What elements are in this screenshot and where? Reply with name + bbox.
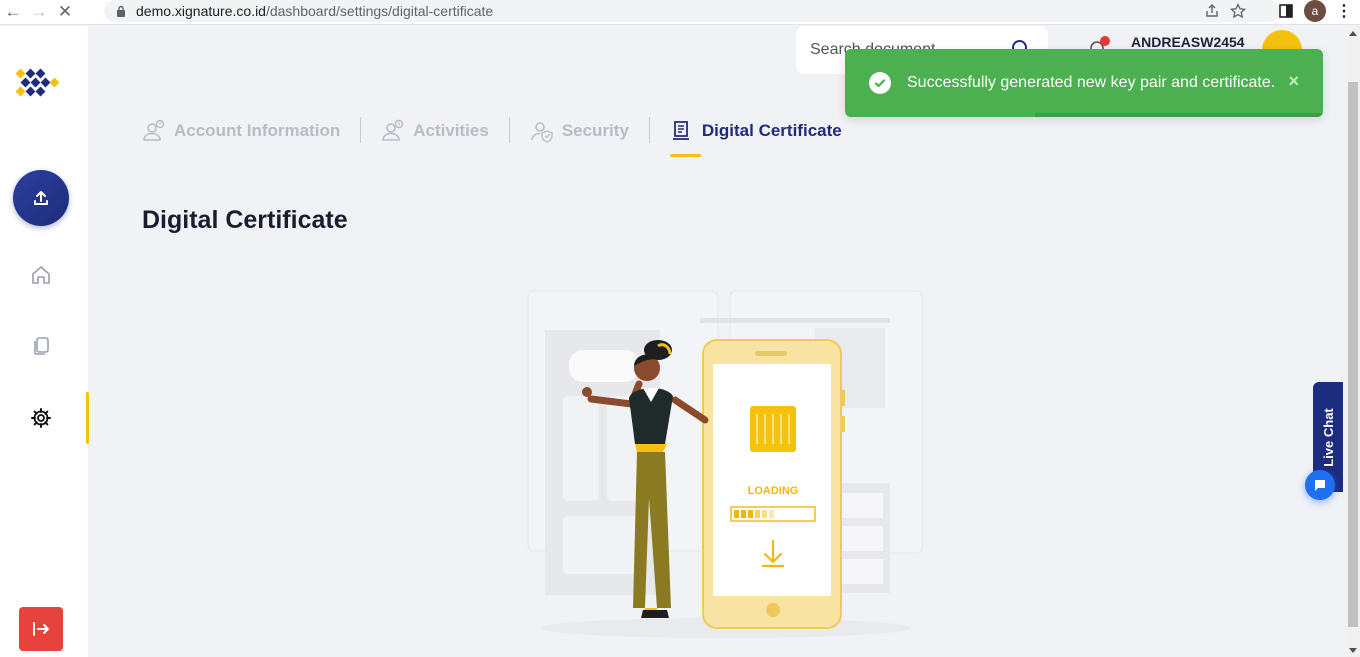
tab-digital-certificate[interactable]: Digital Certificate: [669, 117, 842, 157]
browser-menu-icon[interactable]: ⋮: [1336, 1, 1352, 21]
xignature-logo: [15, 68, 60, 97]
browser-toolbar: ← → ✕ demo.xignature.co.id/dashboard/set…: [0, 0, 1360, 25]
activities-icon: [382, 119, 404, 141]
documents-icon: [34, 337, 49, 355]
toast-progress-bar: [1035, 113, 1323, 117]
scrollbar-thumb[interactable]: [1348, 82, 1358, 627]
url-text: demo.xignature.co.id/dashboard/settings/…: [136, 3, 494, 19]
browser-profile-avatar[interactable]: a: [1304, 0, 1326, 22]
page-title: Digital Certificate: [142, 206, 348, 234]
tab-security[interactable]: Security: [530, 117, 629, 145]
toast-message: Successfully generated new key pair and …: [907, 74, 1276, 91]
notification-dot: [1100, 36, 1110, 46]
bookmark-star-icon[interactable]: [1230, 3, 1246, 19]
tab-label: Account Information: [174, 121, 341, 140]
tab-label: Activities: [413, 121, 489, 140]
upload-icon: [34, 191, 48, 205]
tab-divider: [508, 117, 510, 143]
tab-label: Security: [561, 121, 629, 140]
documents-nav[interactable]: [28, 333, 54, 359]
scroll-down-icon[interactable]: [1349, 648, 1357, 653]
side-panel-icon[interactable]: [1278, 3, 1294, 19]
scroll-up-icon[interactable]: [1349, 31, 1357, 36]
active-nav-indicator: [86, 392, 89, 444]
gear-icon: [31, 408, 51, 428]
account-info-icon: [143, 119, 165, 141]
home-nav[interactable]: [28, 262, 54, 288]
username[interactable]: ANDREASW2454: [1131, 34, 1245, 50]
lock-icon: [117, 5, 125, 17]
settings-nav[interactable]: [28, 405, 54, 431]
certificate-icon: [672, 121, 689, 140]
logout-icon: [33, 622, 49, 636]
chat-icon: [1315, 480, 1325, 491]
check-circle-icon: [869, 72, 891, 94]
forward-icon[interactable]: →: [26, 1, 52, 23]
chat-bubble-button[interactable]: [1305, 470, 1335, 500]
tab-account-information[interactable]: Account Information: [142, 117, 340, 145]
loading-text: LOADING: [748, 485, 799, 497]
stop-loading-icon[interactable]: ✕: [52, 1, 78, 23]
logout-button[interactable]: [19, 607, 63, 651]
tab-divider: [648, 117, 650, 143]
back-icon[interactable]: ←: [0, 1, 26, 23]
home-icon: [32, 266, 50, 284]
tab-activities[interactable]: Activities: [381, 117, 489, 145]
settings-tabs: Account Information Activities Security …: [142, 117, 842, 157]
tab-divider: [360, 117, 362, 143]
upload-button[interactable]: [13, 170, 69, 226]
page-scrollbar[interactable]: [1346, 26, 1360, 657]
live-chat-label: Live Chat: [1320, 407, 1336, 467]
toast-close-icon[interactable]: ×: [1288, 71, 1299, 92]
security-icon: [531, 122, 553, 143]
share-icon[interactable]: [1204, 3, 1220, 19]
loading-illustration: LOADING: [527, 290, 923, 638]
success-toast: Successfully generated new key pair and …: [845, 49, 1323, 117]
address-bar[interactable]: demo.xignature.co.id/dashboard/settings/…: [104, 0, 1280, 22]
sidebar: [0, 26, 89, 657]
tab-label: Digital Certificate: [701, 121, 842, 140]
